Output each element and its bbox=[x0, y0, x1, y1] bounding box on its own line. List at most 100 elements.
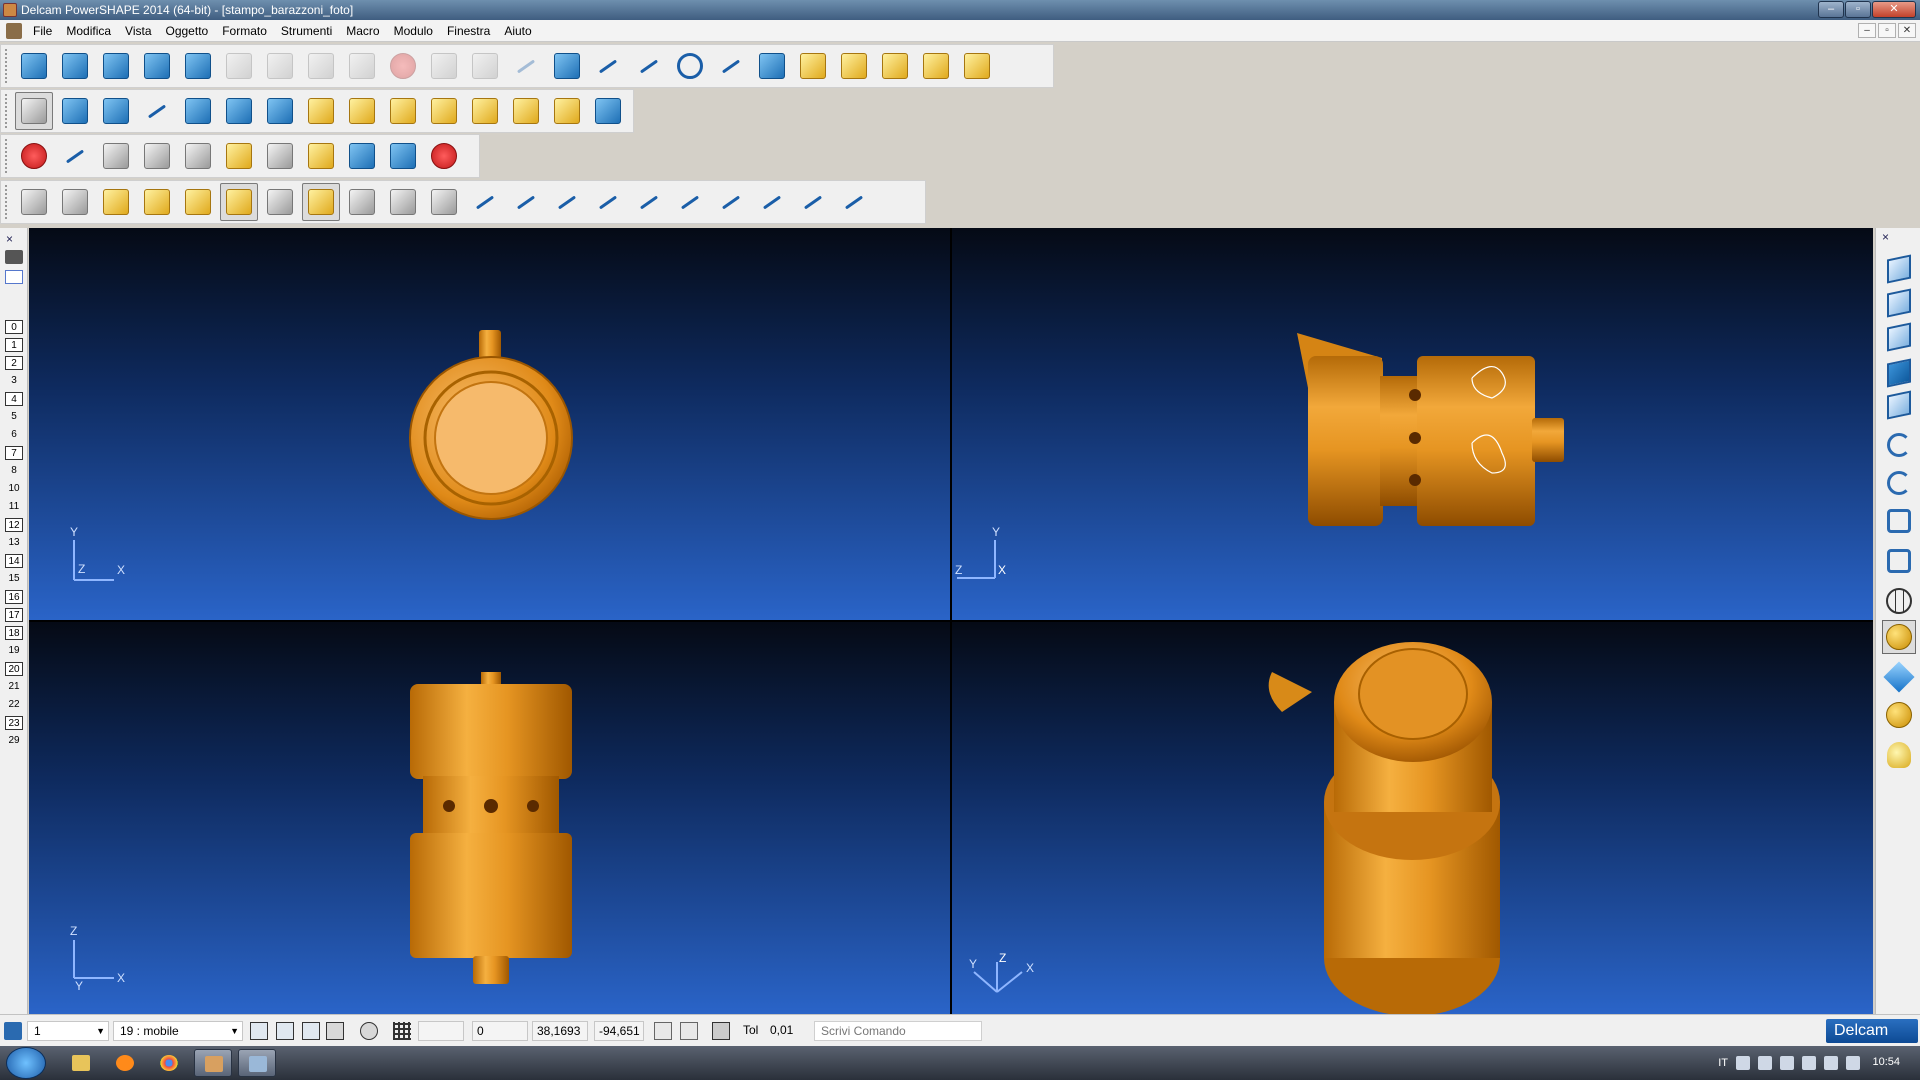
extrude-button[interactable] bbox=[384, 137, 422, 175]
transform-button[interactable] bbox=[56, 92, 94, 130]
boxes-button[interactable] bbox=[384, 92, 422, 130]
menu-formato[interactable]: Formato bbox=[215, 21, 274, 41]
surface-b-button[interactable] bbox=[138, 183, 176, 221]
cylinder-button[interactable] bbox=[56, 183, 94, 221]
level-item[interactable]: 13 bbox=[4, 536, 24, 554]
curve-tool-button[interactable] bbox=[56, 137, 94, 175]
undo-button[interactable] bbox=[425, 47, 463, 85]
cut-button[interactable] bbox=[220, 47, 258, 85]
level-item[interactable]: 29 bbox=[4, 734, 24, 752]
circle-button[interactable] bbox=[671, 47, 709, 85]
volume-icon[interactable] bbox=[1846, 1056, 1860, 1070]
pyramid-button[interactable] bbox=[589, 92, 627, 130]
redo-button[interactable] bbox=[466, 47, 504, 85]
task-media[interactable] bbox=[106, 1049, 144, 1077]
level-item[interactable]: 20 bbox=[4, 662, 24, 680]
loft-button[interactable] bbox=[425, 183, 463, 221]
menu-modulo[interactable]: Modulo bbox=[387, 21, 440, 41]
level-item[interactable]: 4 bbox=[4, 392, 24, 410]
menu-macro[interactable]: Macro bbox=[339, 21, 386, 41]
view-mode-c-icon[interactable] bbox=[302, 1022, 320, 1040]
fis-icon[interactable] bbox=[5, 270, 23, 284]
curve-h-button[interactable] bbox=[753, 183, 791, 221]
doc-restore-button[interactable]: ▫ bbox=[1878, 23, 1896, 38]
layers-icon[interactable] bbox=[5, 250, 23, 264]
surface-a-button[interactable] bbox=[97, 183, 135, 221]
level-item[interactable]: 14 bbox=[4, 554, 24, 572]
language-indicator[interactable]: IT bbox=[1718, 1057, 1728, 1069]
level-item[interactable]: 3 bbox=[4, 374, 24, 392]
mode-icon[interactable] bbox=[654, 1022, 672, 1040]
curve-j-button[interactable] bbox=[835, 183, 873, 221]
curve-a-button[interactable] bbox=[466, 183, 504, 221]
level-item[interactable]: 2 bbox=[4, 356, 24, 374]
level-item[interactable]: 23 bbox=[4, 716, 24, 734]
tube-button[interactable] bbox=[302, 183, 340, 221]
sweep-button[interactable] bbox=[384, 183, 422, 221]
close-button[interactable]: ✕ bbox=[1872, 1, 1916, 18]
snap-icon[interactable] bbox=[360, 1022, 378, 1040]
lights-button[interactable] bbox=[1882, 738, 1916, 772]
solid-button[interactable] bbox=[835, 47, 873, 85]
level-item[interactable]: 7 bbox=[4, 446, 24, 464]
health-button[interactable] bbox=[425, 137, 463, 175]
analyze-button[interactable] bbox=[343, 137, 381, 175]
help-icon[interactable] bbox=[1736, 1056, 1750, 1070]
merge-button[interactable] bbox=[138, 137, 176, 175]
view-side[interactable]: Y Z X bbox=[952, 228, 1873, 620]
command-input[interactable]: Scrivi Comando bbox=[814, 1021, 982, 1041]
line-edit-button[interactable] bbox=[507, 47, 545, 85]
curve-g-button[interactable] bbox=[712, 183, 750, 221]
toolbar-grip[interactable] bbox=[5, 94, 11, 128]
rotate-button[interactable] bbox=[261, 92, 299, 130]
workplane-button[interactable] bbox=[548, 47, 586, 85]
wizard-button[interactable] bbox=[958, 47, 996, 85]
view-panel-close-button[interactable]: × bbox=[1882, 230, 1889, 244]
menu-modifica[interactable]: Modifica bbox=[59, 21, 118, 41]
edit-button[interactable] bbox=[343, 47, 381, 85]
diamond-button[interactable] bbox=[1882, 660, 1916, 694]
surface-d-button[interactable] bbox=[220, 183, 258, 221]
layers-status-icon[interactable] bbox=[326, 1022, 344, 1040]
level-item[interactable]: 21 bbox=[4, 680, 24, 698]
view-top-button[interactable] bbox=[1882, 320, 1916, 354]
arc-button[interactable] bbox=[138, 92, 176, 130]
curve-e-button[interactable] bbox=[630, 183, 668, 221]
surface-button[interactable] bbox=[794, 47, 832, 85]
axis-button[interactable] bbox=[589, 47, 627, 85]
fan-button[interactable] bbox=[261, 137, 299, 175]
task-powershape-2[interactable] bbox=[238, 1049, 276, 1077]
menu-strumenti[interactable]: Strumenti bbox=[274, 21, 339, 41]
render-button[interactable] bbox=[1882, 698, 1916, 732]
new-file-button[interactable] bbox=[15, 47, 53, 85]
network-icon[interactable] bbox=[1780, 1056, 1794, 1070]
level-item[interactable]: 1 bbox=[4, 338, 24, 356]
level-item[interactable]: 0 bbox=[4, 320, 24, 338]
level-item[interactable]: 17 bbox=[4, 608, 24, 626]
print-button[interactable] bbox=[179, 47, 217, 85]
flag-icon[interactable] bbox=[1802, 1056, 1816, 1070]
level-item[interactable]: 10 bbox=[4, 482, 24, 500]
group-button[interactable] bbox=[425, 92, 463, 130]
copy-button[interactable] bbox=[261, 47, 299, 85]
coord-field-a[interactable]: 0 bbox=[472, 1021, 528, 1041]
view-iso-button[interactable] bbox=[1882, 356, 1916, 390]
rotate-view-button[interactable] bbox=[1882, 466, 1916, 500]
curve-f-button[interactable] bbox=[671, 183, 709, 221]
zoom-fit-button[interactable] bbox=[1882, 504, 1916, 538]
app-icon[interactable] bbox=[3, 3, 17, 17]
undo-view-button[interactable] bbox=[1882, 428, 1916, 462]
shaded-button[interactable] bbox=[1882, 620, 1916, 654]
level-item[interactable]: 18 bbox=[4, 626, 24, 644]
fillet-button[interactable] bbox=[15, 183, 53, 221]
view-pan-button[interactable] bbox=[1882, 388, 1916, 422]
grid-field[interactable] bbox=[418, 1021, 464, 1041]
cube-button[interactable] bbox=[343, 92, 381, 130]
wave-button[interactable] bbox=[261, 183, 299, 221]
level-item[interactable]: 11 bbox=[4, 500, 24, 518]
level-item[interactable]: 16 bbox=[4, 590, 24, 608]
task-chrome[interactable] bbox=[150, 1049, 188, 1077]
magic-button[interactable] bbox=[220, 137, 258, 175]
level-item[interactable]: 12 bbox=[4, 518, 24, 536]
view-top[interactable]: Z Y X bbox=[29, 622, 950, 1014]
